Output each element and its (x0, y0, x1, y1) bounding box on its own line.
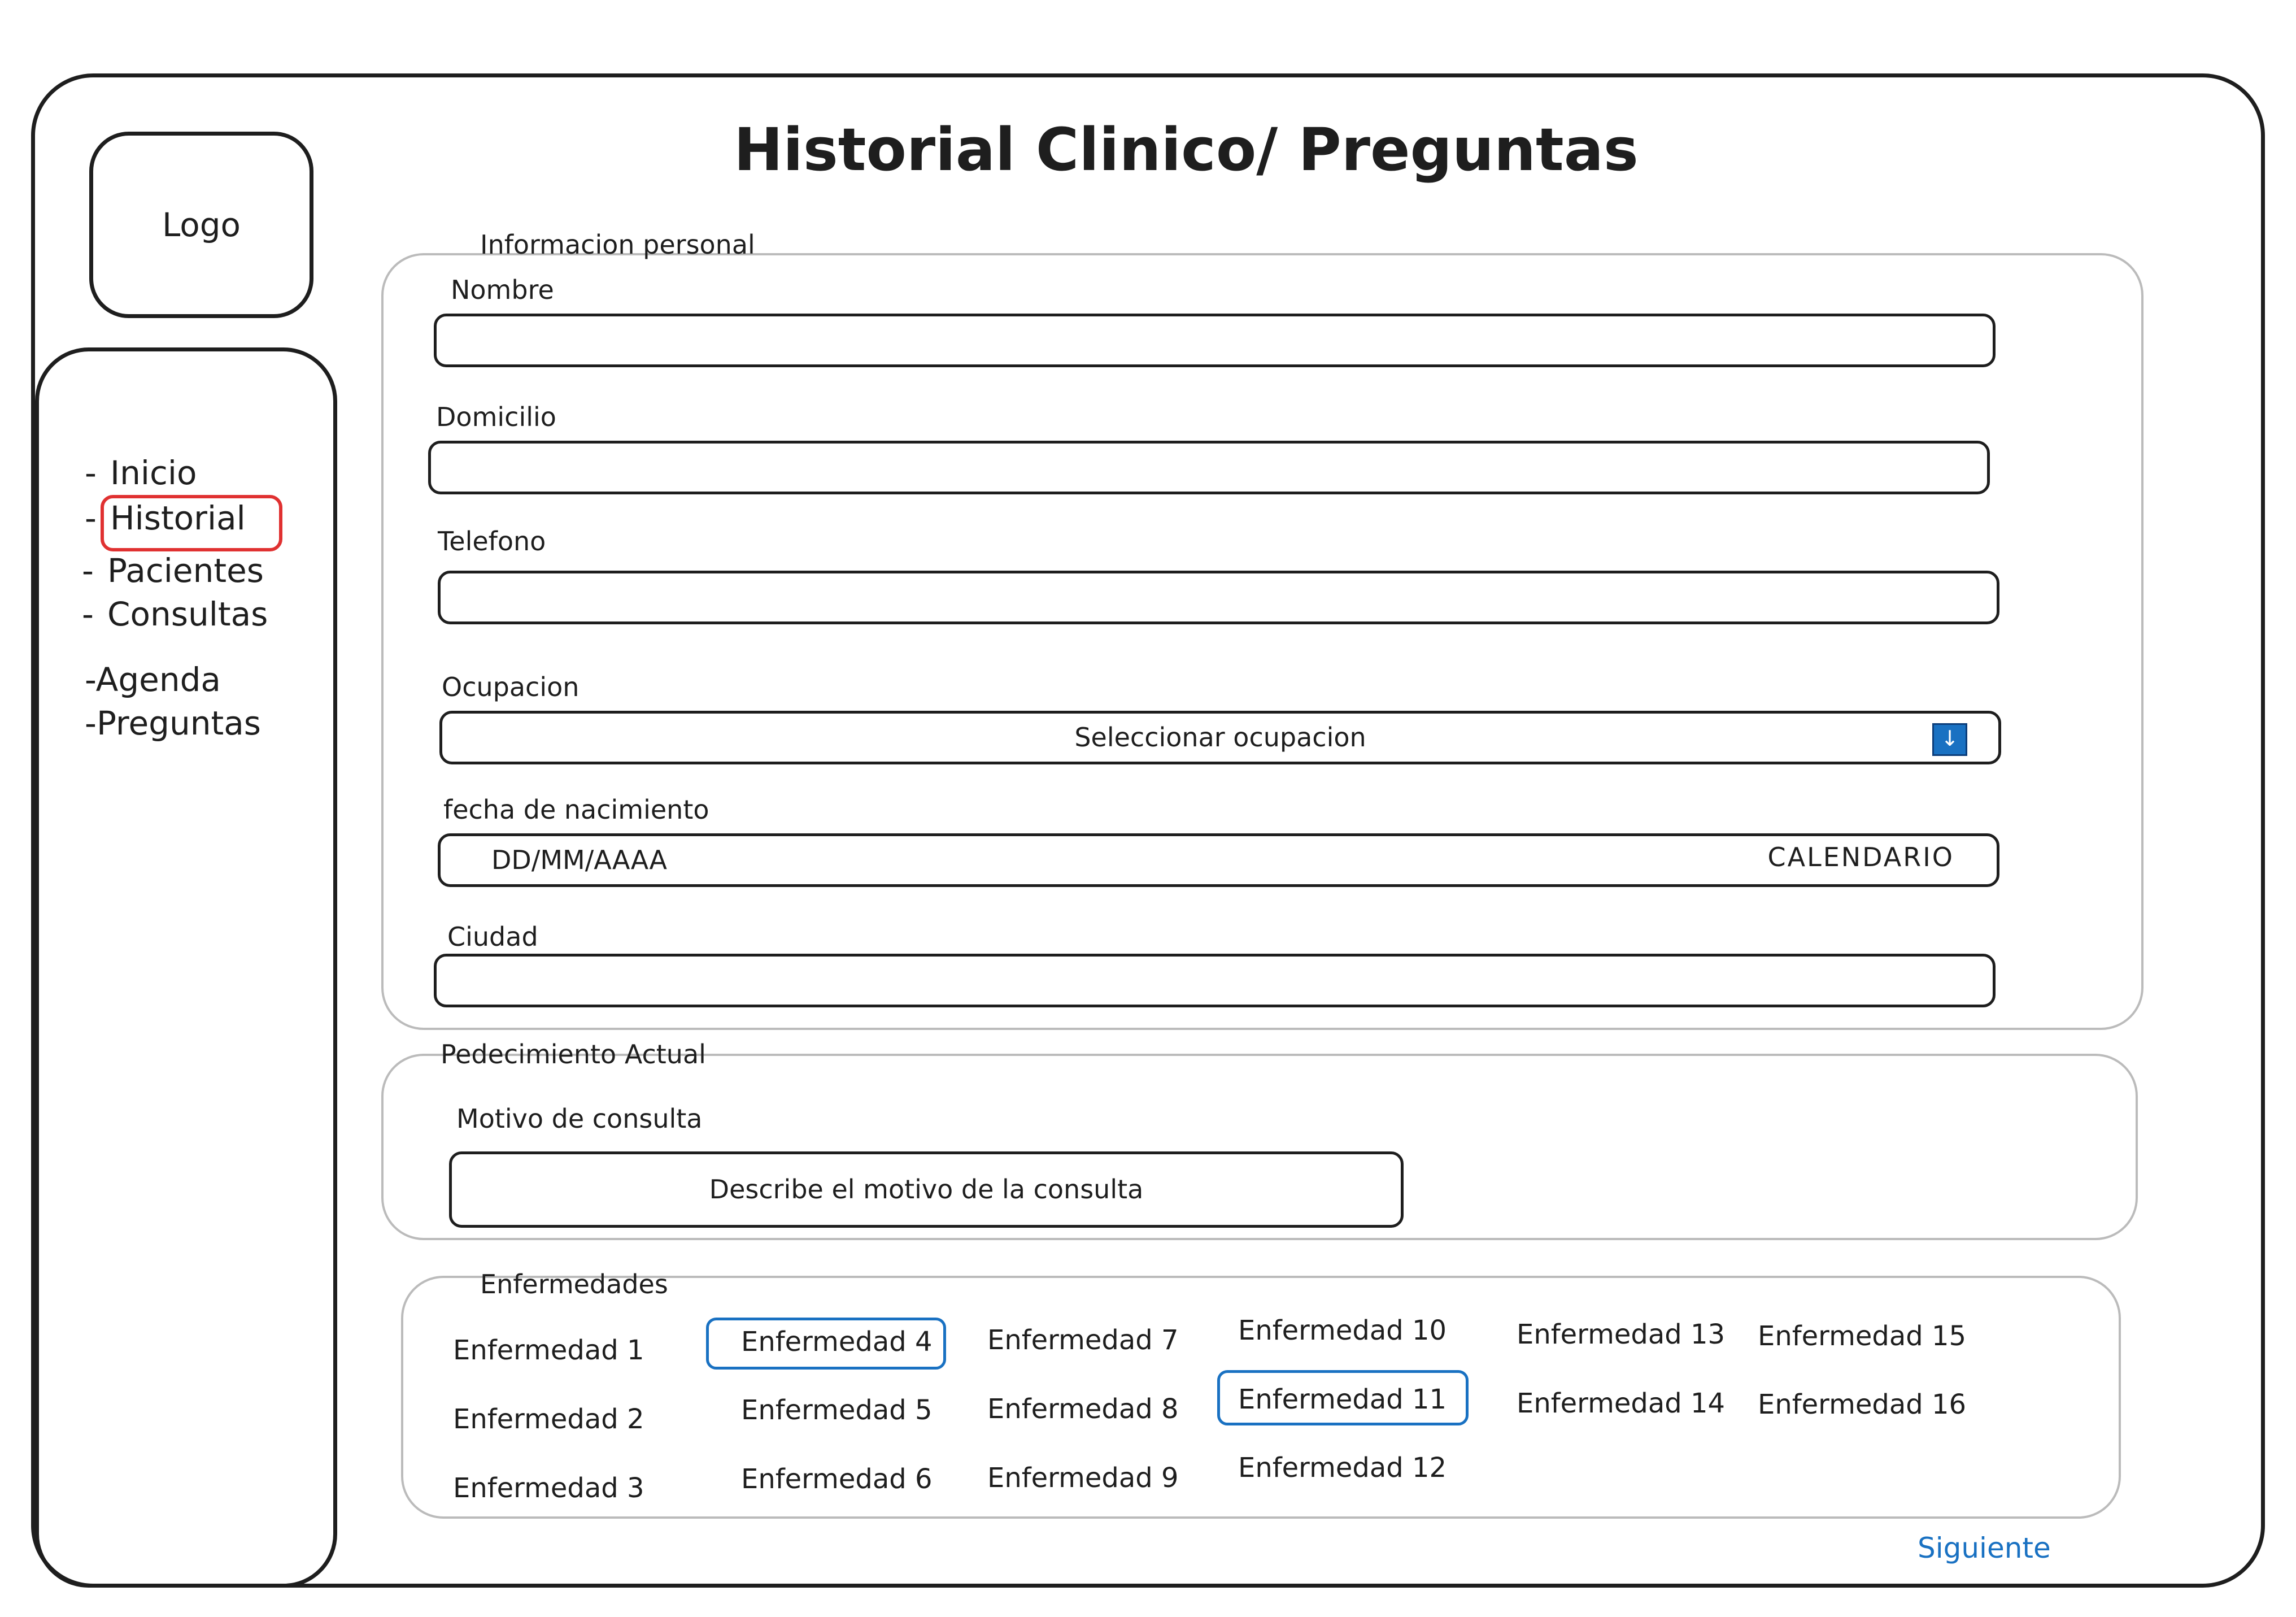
enfermedad-option[interactable]: Enfermedad 12 (1238, 1451, 1447, 1485)
sidebar-item-label: Preguntas (96, 704, 261, 742)
enfermedad-option[interactable]: Enfermedad 5 (741, 1393, 933, 1427)
ciudad-label: Ciudad (447, 921, 538, 952)
motivo-label: Motivo de consulta (456, 1103, 703, 1134)
sidebar-item-agenda[interactable]: -Agenda (85, 660, 221, 699)
ocupacion-label: Ocupacion (442, 672, 580, 702)
sidebar-item-preguntas[interactable]: -Preguntas (85, 703, 261, 743)
enfermedad-option[interactable]: Enfermedad 14 (1517, 1386, 1725, 1420)
sidebar-item-label: Consultas (107, 595, 268, 633)
enfermedad-option[interactable]: Enfermedad 9 (987, 1461, 1179, 1495)
enfermedad-option[interactable]: Enfermedad 15 (1758, 1319, 1966, 1353)
nombre-label: Nombre (451, 275, 554, 305)
domicilio-field[interactable] (428, 441, 1990, 494)
enfermedad-option[interactable]: Enfermedad 8 (987, 1392, 1179, 1426)
logo-text: Logo (162, 206, 241, 244)
sidebar-item-label: Agenda (95, 660, 221, 699)
sidebar-item-label: Pacientes (107, 551, 264, 590)
ocupacion-selected-value: Seleccionar ocupacion (1074, 722, 1366, 753)
motivo-field[interactable]: Describe el motivo de la consulta (449, 1151, 1404, 1228)
sidebar-item-pacientes[interactable]: - Pacientes (82, 551, 264, 590)
ocupacion-select[interactable]: Seleccionar ocupacion ↓ (439, 711, 2001, 764)
nombre-field[interactable] (434, 314, 1996, 367)
fecha-field[interactable]: DD/MM/AAAA CALENDARIO (438, 833, 1999, 887)
domicilio-label: Domicilio (436, 402, 556, 432)
enfermedad-option[interactable]: Enfermedad 2 (453, 1402, 644, 1436)
enfermedad-option[interactable]: Enfermedad 13 (1517, 1318, 1725, 1351)
fecha-label: fecha de nacimiento (443, 794, 709, 825)
telefono-label: Telefono (438, 526, 546, 557)
calendar-button[interactable]: CALENDARIO (1767, 836, 1954, 879)
enfermedad-option[interactable]: Enfermedad 16 (1758, 1388, 1966, 1422)
sidebar-item-label: Historial (110, 499, 246, 537)
fecha-placeholder: DD/MM/AAAA (491, 845, 667, 875)
sidebar-item-label: Inicio (110, 454, 197, 492)
motivo-placeholder: Describe el motivo de la consulta (709, 1174, 1144, 1205)
next-link[interactable]: Siguiente (1918, 1531, 2051, 1565)
enfermedad-option-selected[interactable]: Enfermedad 11 (1238, 1383, 1447, 1416)
sidebar-item-historial[interactable]: - Historial (85, 498, 246, 538)
enfermedades-legend: Enfermedades (480, 1269, 668, 1299)
enfermedad-option[interactable]: Enfermedad 3 (453, 1471, 644, 1505)
sidebar-item-consultas[interactable]: - Consultas (82, 594, 268, 634)
sidebar-item-inicio[interactable]: - Inicio (85, 453, 197, 493)
page-title: Historial Clinico/ Preguntas (734, 115, 1639, 184)
enfermedad-option[interactable]: Enfermedad 6 (741, 1462, 933, 1496)
logo: Logo (89, 132, 313, 318)
padecimiento-legend: Pedecimiento Actual (441, 1039, 706, 1070)
enfermedad-option[interactable]: Enfermedad 1 (453, 1333, 644, 1367)
ciudad-field[interactable] (434, 954, 1996, 1007)
arrow-down-icon[interactable]: ↓ (1932, 723, 1967, 756)
personal-info-group (381, 253, 2143, 1030)
enfermedad-option[interactable]: Enfermedad 10 (1238, 1314, 1447, 1348)
telefono-field[interactable] (438, 571, 1999, 624)
enfermedad-option[interactable]: Enfermedad 7 (987, 1323, 1179, 1357)
enfermedad-option-selected[interactable]: Enfermedad 4 (741, 1325, 933, 1359)
personal-info-legend: Informacion personal (480, 229, 755, 260)
